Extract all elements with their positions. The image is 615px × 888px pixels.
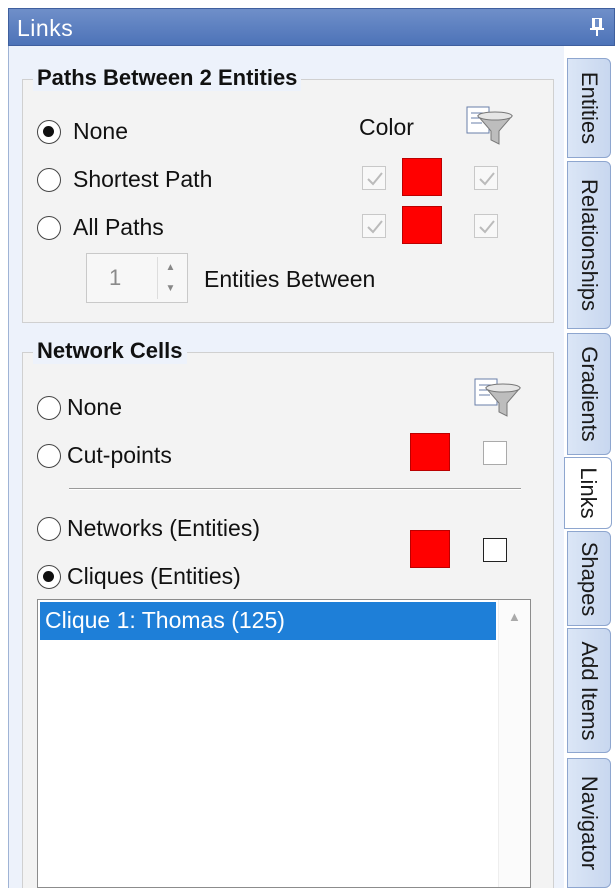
all-paths-checkbox-1[interactable]: [362, 214, 386, 238]
tab-entities-label: Entities: [577, 71, 602, 145]
networks-radio[interactable]: [37, 516, 61, 541]
cut-points-color-swatch[interactable]: [410, 433, 450, 471]
networks-option[interactable]: Networks (Entities): [37, 515, 260, 542]
path-none-radio[interactable]: [37, 119, 61, 144]
tab-navigator[interactable]: Navigator: [567, 758, 611, 888]
tab-links-label: Links: [576, 467, 601, 519]
filter-funnel-icon[interactable]: [472, 376, 522, 420]
networks-color-swatch[interactable]: [410, 530, 450, 568]
shortest-path-checkbox-2[interactable]: [474, 166, 498, 190]
cut-points-radio[interactable]: [37, 443, 61, 468]
tab-shapes-label: Shapes: [577, 541, 602, 616]
window-title: Links: [17, 15, 74, 41]
spin-down-icon[interactable]: ▼: [158, 278, 183, 299]
network-none-radio[interactable]: [37, 395, 61, 420]
cut-points-label: Cut-points: [67, 442, 172, 468]
window-title-bar: Links: [8, 8, 615, 46]
filter-funnel-icon[interactable]: [464, 104, 514, 148]
tab-gradients-label: Gradients: [577, 346, 602, 442]
side-tab-strip: Entities Relationships Gradients Links S…: [564, 46, 615, 888]
shortest-path-label: Shortest Path: [73, 166, 213, 192]
check-icon: [479, 172, 495, 186]
spin-up-icon[interactable]: ▲: [158, 257, 183, 278]
scroll-up-icon[interactable]: ▲: [508, 609, 521, 624]
color-header: Color: [359, 114, 414, 140]
all-paths-option[interactable]: All Paths: [37, 214, 164, 241]
cliques-listbox[interactable]: Clique 1: Thomas (125) ▲: [37, 599, 531, 888]
tab-add-items[interactable]: Add Items: [567, 628, 611, 753]
all-paths-checkbox-2[interactable]: [474, 214, 498, 238]
tab-relationships[interactable]: Relationships: [567, 161, 611, 329]
tab-add-items-label: Add Items: [577, 640, 602, 741]
spinner-value[interactable]: 1: [109, 265, 121, 291]
separator-line: [69, 488, 521, 490]
cut-points-checkbox[interactable]: [483, 441, 507, 465]
networks-checkbox[interactable]: [483, 538, 507, 562]
tab-entities[interactable]: Entities: [567, 58, 611, 158]
networks-label: Networks (Entities): [67, 515, 260, 541]
tab-relationships-label: Relationships: [577, 178, 602, 312]
shortest-path-radio[interactable]: [37, 167, 61, 192]
all-paths-color-swatch[interactable]: [402, 206, 442, 244]
check-icon: [479, 220, 495, 234]
pin-icon[interactable]: [588, 16, 606, 38]
all-paths-radio[interactable]: [37, 215, 61, 240]
entities-between-spinner[interactable]: 1 ▲ ▼: [86, 253, 188, 303]
shortest-path-color-swatch[interactable]: [402, 158, 442, 196]
tab-shapes[interactable]: Shapes: [567, 531, 611, 626]
cliques-label: Cliques (Entities): [67, 563, 241, 589]
spinner-buttons: ▲ ▼: [157, 257, 183, 299]
tab-gradients[interactable]: Gradients: [567, 333, 611, 455]
tab-links[interactable]: Links: [564, 457, 612, 529]
all-paths-label: All Paths: [73, 214, 164, 240]
tab-navigator-label: Navigator: [577, 775, 602, 871]
network-cells-title: Network Cells: [33, 338, 187, 364]
listbox-scrollbar[interactable]: ▲: [498, 600, 530, 887]
network-none-option[interactable]: None: [37, 394, 122, 421]
shortest-path-option[interactable]: Shortest Path: [37, 166, 212, 193]
list-item[interactable]: Clique 1: Thomas (125): [40, 602, 496, 640]
links-panel: Paths Between 2 Entities Color None Shor…: [8, 46, 564, 888]
path-none-label: None: [73, 118, 128, 144]
cliques-option[interactable]: Cliques (Entities): [37, 563, 241, 590]
entities-between-label: Entities Between: [204, 266, 376, 292]
path-none-option[interactable]: None: [37, 118, 128, 145]
network-none-label: None: [67, 394, 122, 420]
shortest-path-checkbox-1[interactable]: [362, 166, 386, 190]
check-icon: [367, 220, 383, 234]
paths-group-title: Paths Between 2 Entities: [33, 65, 302, 91]
cut-points-option[interactable]: Cut-points: [37, 442, 172, 469]
check-icon: [367, 172, 383, 186]
cliques-radio[interactable]: [37, 564, 61, 589]
